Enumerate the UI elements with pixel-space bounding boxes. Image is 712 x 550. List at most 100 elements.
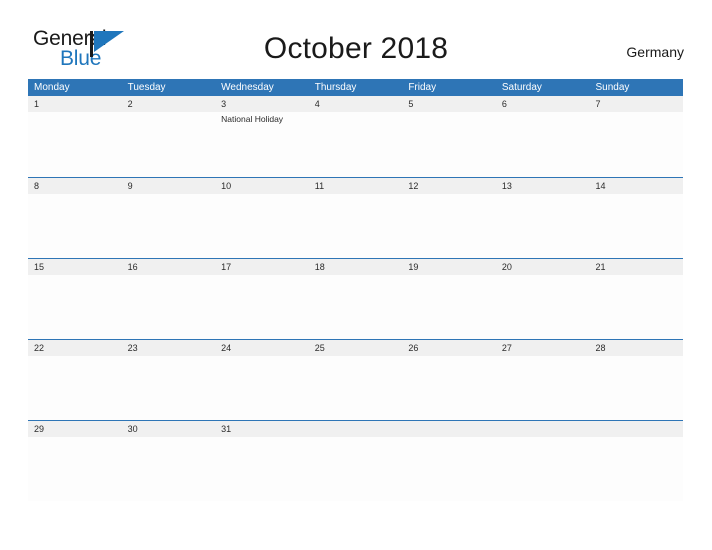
day-cell-7[interactable]	[589, 112, 683, 175]
day-cell-2[interactable]	[122, 112, 216, 175]
day-number-26[interactable]: 26	[402, 340, 496, 356]
week-body-band: National Holiday	[28, 112, 683, 175]
week-body-band	[28, 194, 683, 257]
day-cell-8[interactable]	[28, 194, 122, 257]
day-number-30[interactable]: 30	[122, 421, 216, 437]
day-cell-1[interactable]	[28, 112, 122, 175]
week-row: 22 23 24 25 26 27 28	[28, 339, 683, 420]
day-number-10[interactable]: 10	[215, 178, 309, 194]
week-date-band: 29 30 31	[28, 421, 683, 437]
day-number-3[interactable]: 3	[215, 96, 309, 112]
day-number-empty	[309, 421, 403, 437]
day-number-13[interactable]: 13	[496, 178, 590, 194]
week-body-band	[28, 356, 683, 419]
day-cell-23[interactable]	[122, 356, 216, 419]
week-date-band: 1234567	[28, 96, 683, 112]
day-number-8[interactable]: 8	[28, 178, 122, 194]
day-cell-13[interactable]	[496, 194, 590, 257]
day-number-5[interactable]: 5	[402, 96, 496, 112]
day-number-2[interactable]: 2	[122, 96, 216, 112]
week-row: 29 30 31	[28, 420, 683, 501]
day-number-6[interactable]: 6	[496, 96, 590, 112]
day-cell-21[interactable]	[589, 275, 683, 338]
day-number-20[interactable]: 20	[496, 259, 590, 275]
day-cell-5[interactable]	[402, 112, 496, 175]
week-row: 15 16 17 18 19 20 21	[28, 258, 683, 339]
weekday-header-tuesday: Tuesday	[127, 82, 166, 93]
page-title: October 2018	[263, 32, 449, 65]
day-number-empty	[496, 421, 590, 437]
day-cell-3[interactable]: National Holiday	[215, 112, 309, 175]
day-cell-4[interactable]	[309, 112, 403, 175]
week-date-band: 15 16 17 18 19 20 21	[28, 259, 683, 275]
week-body-band	[28, 275, 683, 338]
country-label: Germany	[626, 44, 684, 60]
day-cell-12[interactable]	[402, 194, 496, 257]
weekday-header-friday: Friday	[408, 82, 437, 93]
day-number-27[interactable]: 27	[496, 340, 590, 356]
day-cell-22[interactable]	[28, 356, 122, 419]
day-cell-11[interactable]	[309, 194, 403, 257]
day-cell-19[interactable]	[402, 275, 496, 338]
day-cell-9[interactable]	[122, 194, 216, 257]
day-number-4[interactable]: 4	[309, 96, 403, 112]
week-row: 1 2 3 4 5 6 7 National Holiday	[28, 96, 683, 177]
day-number-15[interactable]: 15	[28, 259, 122, 275]
day-cell-empty	[309, 437, 403, 500]
day-cell-20[interactable]	[496, 275, 590, 338]
calendar-weeks: 1 2 3 4 5 6 7 National Holiday 8 9 10 11 12 13 14 15 16 1…	[28, 96, 683, 501]
day-number-23[interactable]: 23	[122, 340, 216, 356]
page-header: General Blue October 2018 Germany	[0, 0, 712, 78]
weekday-header-saturday: Saturday	[501, 82, 542, 93]
day-number-22[interactable]: 22	[28, 340, 122, 356]
day-cell-26[interactable]	[402, 356, 496, 419]
week-date-band: 8 9 10 11 12 13 14	[28, 178, 683, 194]
day-number-12[interactable]: 12	[402, 178, 496, 194]
week-row: 8 9 10 11 12 13 14	[28, 177, 683, 258]
weekday-header-thursday: Thursday	[314, 82, 357, 93]
weekday-header-sunday: Sunday	[595, 82, 630, 93]
day-cell-14[interactable]	[589, 194, 683, 257]
day-number-24[interactable]: 24	[215, 340, 309, 356]
weekday-header-monday: Monday	[34, 82, 70, 93]
day-cell-15[interactable]	[28, 275, 122, 338]
day-number-9[interactable]: 9	[122, 178, 216, 194]
day-number-1[interactable]: 1	[28, 96, 122, 112]
day-number-7[interactable]: 7	[589, 96, 683, 112]
day-number-empty	[402, 421, 496, 437]
day-number-empty	[589, 421, 683, 437]
day-number-25[interactable]: 25	[309, 340, 403, 356]
day-number-21[interactable]: 21	[589, 259, 683, 275]
day-cell-24[interactable]	[215, 356, 309, 419]
day-number-18[interactable]: 18	[309, 259, 403, 275]
day-cell-6[interactable]	[496, 112, 590, 175]
day-number-16[interactable]: 16	[122, 259, 216, 275]
week-body-band	[28, 437, 683, 500]
day-cell-16[interactable]	[122, 275, 216, 338]
day-number-19[interactable]: 19	[402, 259, 496, 275]
day-cell-17[interactable]	[215, 275, 309, 338]
calendar-grid: Monday Tuesday Wednesday Thursday Friday Satu…	[28, 79, 683, 501]
day-number-14[interactable]: 14	[589, 178, 683, 194]
weekday-header-row: Monday Tuesday Wednesday Thursday Friday Satu…	[28, 79, 683, 96]
weekday-header-wednesday: Wednesday	[221, 82, 274, 93]
day-cell-25[interactable]	[309, 356, 403, 419]
day-cell-27[interactable]	[496, 356, 590, 419]
week-date-band: 22 23 24 25 26 27 28	[28, 340, 683, 356]
day-number-17[interactable]: 17	[215, 259, 309, 275]
day-cell-29[interactable]	[28, 437, 122, 500]
day-cell-empty	[402, 437, 496, 500]
holiday-label: National Holiday	[221, 114, 284, 124]
day-number-28[interactable]: 28	[589, 340, 683, 356]
calendar-page: General Blue October 2018 Germany Monday…	[0, 0, 712, 550]
day-cell-empty	[496, 437, 590, 500]
day-cell-30[interactable]	[122, 437, 216, 500]
day-cell-28[interactable]	[589, 356, 683, 419]
day-number-31[interactable]: 31	[215, 421, 309, 437]
day-cell-empty	[589, 437, 683, 500]
day-number-29[interactable]: 29	[28, 421, 122, 437]
day-cell-31[interactable]	[215, 437, 309, 500]
day-cell-18[interactable]	[309, 275, 403, 338]
day-cell-10[interactable]	[215, 194, 309, 257]
day-number-11[interactable]: 11	[309, 178, 403, 194]
